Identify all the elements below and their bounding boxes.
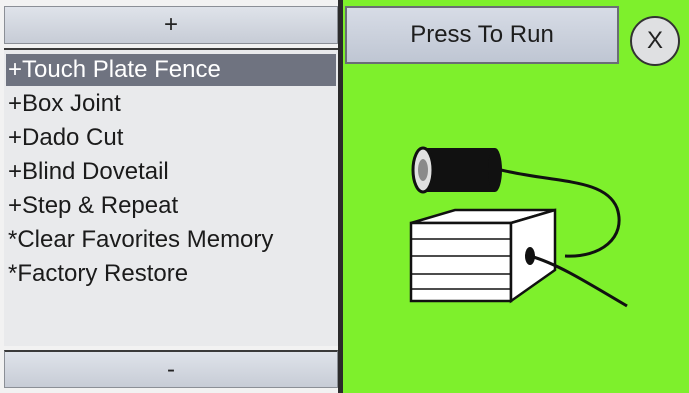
press-to-run-button[interactable]: Press To Run [345,6,619,64]
list-item-blind-dovetail[interactable]: +Blind Dovetail [6,156,336,188]
touch-plate-icon [409,146,628,308]
function-menu-panel: + +Touch Plate Fence +Box Joint +Dado Cu… [0,0,342,393]
list-item-dado-cut[interactable]: +Dado Cut [6,122,336,154]
scroll-up-button[interactable]: + [4,6,338,44]
preview-panel: Press To Run X [343,0,689,393]
function-list: +Touch Plate Fence +Box Joint +Dado Cut … [4,48,338,346]
list-item-step-repeat[interactable]: +Step & Repeat [6,190,336,222]
scroll-down-button[interactable]: - [4,350,338,388]
list-item-box-joint[interactable]: +Box Joint [6,88,336,120]
close-button[interactable]: X [630,16,680,66]
list-item-touch-plate-fence[interactable]: +Touch Plate Fence [6,54,336,86]
touchscreen: + +Touch Plate Fence +Box Joint +Dado Cu… [0,0,689,393]
list-item-clear-favorites-memory[interactable]: *Clear Favorites Memory [6,224,336,256]
list-item-factory-restore[interactable]: *Factory Restore [6,258,336,290]
router-bit-shape [411,146,502,194]
